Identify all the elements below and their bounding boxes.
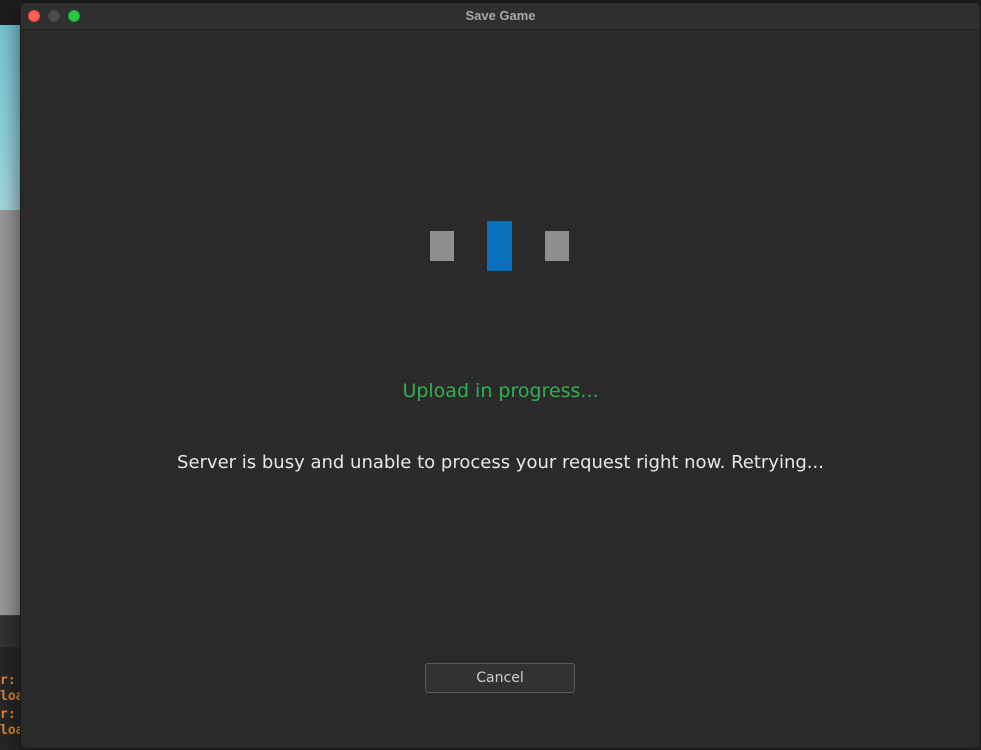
- background-viewport-ground: [0, 210, 22, 615]
- loading-bar-center-active: [487, 221, 512, 271]
- window-title: Save Game: [465, 8, 536, 23]
- loading-bar-right: [545, 231, 569, 261]
- loading-indicator: [21, 30, 980, 330]
- output-line: r:: [0, 674, 16, 688]
- cancel-button[interactable]: Cancel: [425, 663, 575, 693]
- output-line: loa: [0, 724, 22, 738]
- loading-bar-left: [430, 231, 454, 261]
- dialog-content: Upload in progress... Server is busy and…: [21, 30, 980, 748]
- title-bar: Save Game: [21, 3, 980, 30]
- upload-status-text: Upload in progress...: [402, 380, 599, 402]
- output-line: r:: [0, 708, 16, 722]
- background-viewport-sky: [0, 25, 22, 210]
- save-game-dialog: Save Game Upload in progress... Server i…: [20, 2, 981, 749]
- server-busy-message: Server is busy and unable to process you…: [177, 452, 824, 473]
- output-line: loa: [0, 690, 22, 704]
